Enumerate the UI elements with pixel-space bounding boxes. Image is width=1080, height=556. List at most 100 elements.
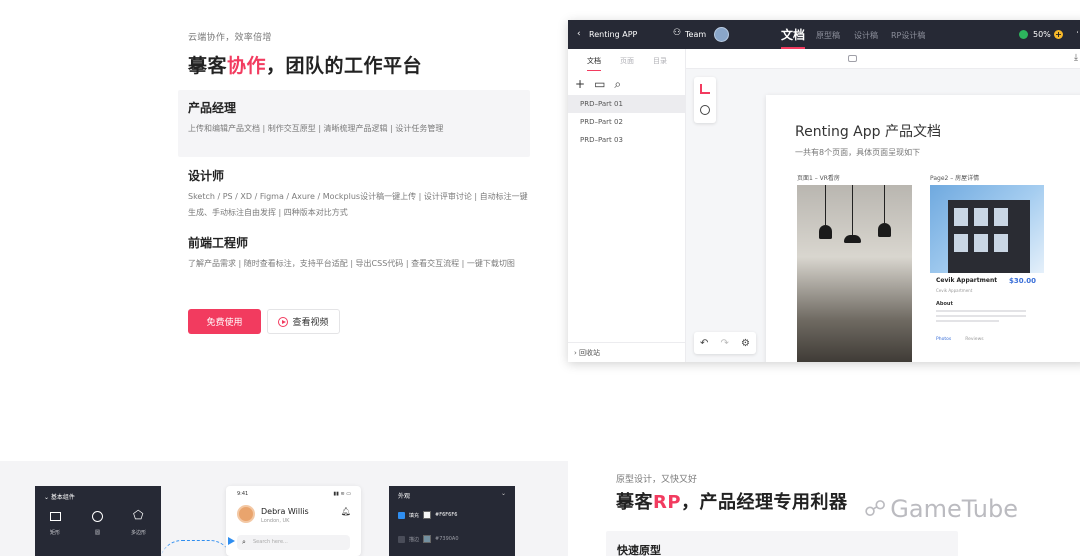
sidebar-tab-docs[interactable]: 文档 — [587, 56, 601, 71]
hero-section: 云端协作，效率倍增 摹客协作，团队的工作平台 产品经理 上传和编辑产品文档 | … — [178, 30, 533, 334]
apartment-price: $30.00 — [1008, 277, 1036, 285]
vr-room-image — [797, 185, 912, 362]
building-window — [954, 234, 968, 252]
rectangle-icon[interactable] — [50, 512, 61, 521]
bell-icon[interactable]: 🔔︎ — [341, 507, 351, 516]
role-card-frontend-engineer[interactable]: 前端工程师 了解产品需求 | 随时查看标注，支持平台适配 | 导出CSS代码 |… — [188, 234, 533, 272]
rp-feature-card[interactable]: 快速原型 — [606, 531, 958, 556]
folder-icon[interactable]: ▭ — [594, 77, 605, 92]
tab-reviews[interactable]: Reviews — [965, 337, 983, 342]
doc-title: Renting App 产品文档 — [795, 124, 941, 140]
tab-rp-design[interactable]: RP设计稿 — [891, 30, 925, 41]
role-card-product-manager[interactable]: 产品经理 上传和编辑产品文档 | 制作交互原型 | 清晰梳理产品逻辑 | 设计任… — [178, 90, 530, 157]
building-window — [994, 234, 1008, 252]
download-icon[interactable]: ⤓ — [1074, 53, 1078, 63]
component-label-rect: 矩形 — [50, 530, 61, 536]
free-trial-button[interactable]: 免费使用 — [188, 309, 261, 334]
undo-icon[interactable]: ↶ — [700, 338, 708, 349]
apartment-name: Cevik Appartment — [936, 277, 998, 284]
lamp-cord — [884, 185, 885, 223]
search-icon[interactable]: ⌕ — [614, 77, 621, 92]
profile-location: London, UK — [261, 518, 290, 524]
headline-highlight: 协作 — [227, 55, 267, 77]
fill-checkbox[interactable] — [398, 511, 405, 519]
lamp-shade — [819, 225, 832, 239]
team-icon[interactable]: ⚇ — [673, 28, 681, 38]
role-card-designer[interactable]: 设计师 Sketch / PS / XD / Figma / Axure / M… — [188, 167, 533, 221]
tab-design[interactable]: 设计稿 — [854, 30, 878, 41]
back-icon[interactable]: ‹ — [577, 29, 581, 39]
components-panel: ⌄ 基本组件 ⬠ 矩形 圆 多边形 — [35, 486, 161, 556]
tab-photos[interactable]: Photos — [936, 337, 951, 342]
polygon-icon[interactable]: ⬠ — [133, 508, 143, 522]
watermark-text: GameTube — [890, 495, 1018, 523]
profile-card-mockup: 9:41 ▮▮ ≋ ▭ Debra Willis London, UK 🔔︎ S… — [226, 486, 361, 556]
comment-icon[interactable] — [848, 55, 857, 62]
role-desc: 上传和编辑产品文档 | 制作交互原型 | 清晰梳理产品逻辑 | 设计任务管理 — [188, 124, 444, 133]
fill-swatch[interactable] — [423, 511, 432, 519]
canvas-toolbar: ⤓ — [686, 49, 1080, 69]
watermark: ☍ GameTube — [864, 495, 1018, 523]
doc-subtitle: 一共有8个页面，具体页面呈现如下 — [795, 148, 921, 157]
watch-video-label: 查看视频 — [292, 318, 329, 328]
history-icon[interactable] — [700, 105, 710, 115]
trash-link[interactable]: › 回收站 — [568, 342, 686, 362]
avatar[interactable] — [237, 505, 255, 523]
properties-header: 外观 — [398, 493, 411, 500]
tab-docs[interactable]: 文档 — [781, 26, 806, 49]
circle-icon[interactable] — [92, 511, 103, 522]
stroke-value[interactable]: #7390A0 — [435, 536, 459, 542]
app-sidebar: 文档 页面 目录 + ▭ ⌕ PRD–Part 01 PRD–Part 02 P… — [568, 49, 686, 362]
status-time: 9:41 — [237, 491, 249, 497]
headline-brand: 摹客 — [188, 55, 228, 77]
app-topbar: ‹ Renting APP ⚇ Team 文档 原型稿 设计稿 RP设计稿 50… — [568, 20, 1080, 49]
zoom-out-icon[interactable] — [1019, 30, 1028, 39]
components-header[interactable]: ⌄ 基本组件 — [44, 492, 75, 501]
sidebar-tab-pages[interactable]: 页面 — [620, 56, 634, 66]
profile-name: Debra Willis — [261, 507, 309, 516]
building-window — [974, 208, 988, 226]
apartment-tabs: Photos Reviews — [936, 337, 998, 342]
watch-video-button[interactable]: 查看视频 — [267, 309, 340, 334]
outline-icon[interactable] — [700, 84, 710, 94]
lamp-shade — [844, 235, 861, 243]
role-title: 产品经理 — [188, 101, 237, 115]
status-icons: ▮▮ ≋ ▭ — [333, 491, 351, 497]
role-title: 设计师 — [188, 169, 225, 183]
lamp-cord — [825, 185, 826, 225]
team-label[interactable]: Team — [685, 30, 706, 39]
page1-caption: 页面1 – VR看房 — [797, 175, 840, 182]
app-name: Renting APP — [589, 30, 638, 39]
add-icon[interactable]: + — [575, 77, 585, 92]
stroke-swatch[interactable] — [423, 535, 432, 543]
avatar[interactable] — [714, 27, 729, 42]
sidebar-item-part-02[interactable]: PRD–Part 02 — [568, 113, 686, 131]
rp-headline-brand: 摹客 — [616, 492, 653, 513]
lamp-cord — [852, 185, 853, 235]
tab-prototype[interactable]: 原型稿 — [816, 30, 840, 41]
sidebar-item-part-03[interactable]: PRD–Part 03 — [568, 131, 686, 149]
chevron-down-icon[interactable]: ⌄ — [501, 490, 506, 497]
rp-headline: 摹客RP，产品经理专用利器 — [616, 488, 848, 514]
more-icon[interactable]: ⋯ — [1076, 28, 1080, 38]
building-window — [994, 208, 1008, 226]
zoom-in-icon[interactable]: + — [1054, 30, 1063, 39]
hero-headline: 摹客协作，团队的工作平台 — [188, 51, 533, 78]
document-page: Renting App 产品文档 一共有8个页面，具体页面呈现如下 页面1 – … — [766, 95, 1080, 362]
sidebar-item-part-01[interactable]: PRD–Part 01 — [568, 95, 686, 113]
building-image — [930, 185, 1044, 273]
fill-row: 填充 #F6F6F6 — [398, 511, 457, 519]
sidebar-tab-toc[interactable]: 目录 — [653, 56, 667, 66]
redo-icon[interactable]: ↷ — [721, 338, 729, 349]
role-title: 前端工程师 — [188, 236, 249, 250]
play-icon — [278, 316, 289, 327]
app-mockup: ‹ Renting APP ⚇ Team 文档 原型稿 设计稿 RP设计稿 50… — [568, 20, 1080, 362]
headline-rest: ，团队的工作平台 — [266, 55, 423, 77]
settings-icon[interactable]: ⚙ — [741, 338, 750, 349]
fill-value[interactable]: #F6F6F6 — [435, 512, 457, 518]
search-input[interactable]: Search here... — [237, 535, 350, 550]
rp-headline-rest: ，产品经理专用利器 — [681, 492, 848, 513]
component-label-circle: 圆 — [95, 530, 101, 536]
stroke-checkbox[interactable] — [398, 535, 405, 543]
undo-toolbar: ↶ ↷ ⚙ — [694, 332, 756, 354]
